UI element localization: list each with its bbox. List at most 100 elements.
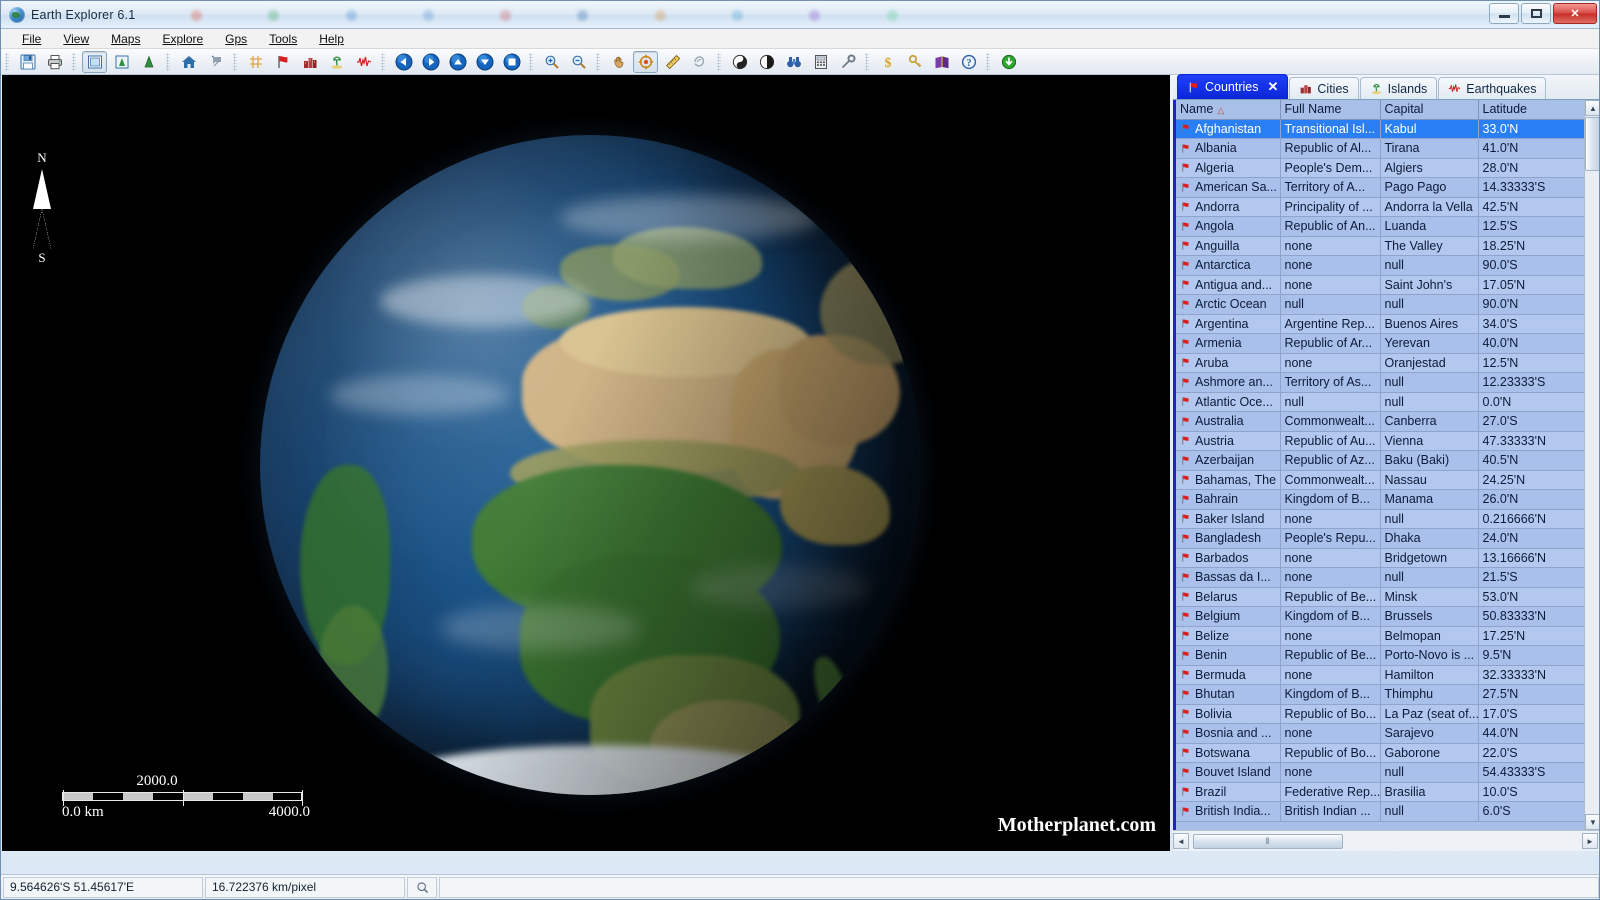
options-tools-button[interactable] [835, 51, 860, 73]
countries-table-container[interactable]: Name △ Full Name Capital Latitude Afghani… [1173, 100, 1599, 830]
pan-down-button[interactable] [472, 51, 497, 73]
table-row[interactable]: Bahamas, The Commonwealt... Nassau 24.25'N [1176, 470, 1599, 490]
column-header-capital[interactable]: Capital [1380, 100, 1479, 120]
toolbar-grip[interactable] [233, 52, 237, 71]
status-magnifier-button[interactable] [407, 876, 437, 898]
horizontal-scroll-thumb[interactable]: ‖ [1193, 833, 1343, 849]
column-header-full-name[interactable]: Full Name [1280, 100, 1381, 120]
globe-viewport[interactable]: N S 2000.0 0.0 km 4000.0 Motherplanet.co… [2, 75, 1170, 851]
toolbar-grip[interactable] [596, 52, 600, 71]
scroll-down-button[interactable]: ▼ [1585, 814, 1599, 830]
toolbar-grip[interactable] [986, 52, 990, 71]
add-pin-button[interactable] [203, 51, 228, 73]
table-row[interactable]: Antigua and... none Saint John's 17.05'N [1176, 275, 1599, 295]
table-row[interactable]: Bahrain Kingdom of B... Manama 26.0'N [1176, 489, 1599, 510]
measure-ruler-button[interactable] [660, 51, 685, 73]
table-row[interactable]: Barbados none Bridgetown 13.16666'N [1176, 548, 1599, 568]
menu-item-gps[interactable]: Gps [214, 30, 258, 48]
table-row[interactable]: Atlantic Oce... null null 0.0'N [1176, 392, 1599, 412]
flat-map-button[interactable] [82, 50, 107, 73]
globe-box-button[interactable] [109, 51, 134, 73]
menu-item-view[interactable]: View [52, 30, 100, 48]
pan-right-button[interactable] [418, 51, 443, 73]
hand-tool-button[interactable] [606, 51, 631, 73]
minimize-button[interactable] [1489, 3, 1519, 24]
currency-dollar-button[interactable]: $ [875, 51, 900, 73]
table-row[interactable]: Belize none Belmopan 17.25'N [1176, 626, 1599, 646]
column-header-latitude[interactable]: Latitude [1478, 100, 1599, 120]
atlas-book-button[interactable] [929, 51, 954, 73]
pan-up-button[interactable] [445, 51, 470, 73]
calculator-button[interactable] [808, 51, 833, 73]
table-row[interactable]: Belarus Republic of Be... Minsk 53.0'N [1176, 587, 1599, 607]
toolbar-grip[interactable] [5, 52, 9, 71]
scroll-left-button[interactable]: ◄ [1173, 833, 1189, 849]
terminator-button[interactable] [754, 51, 779, 73]
table-row[interactable]: Argentina Argentine Rep... Buenos Aires 34.… [1176, 314, 1599, 334]
table-row[interactable]: Afghanistan Transitional Isl... Kabul 33.0'… [1176, 119, 1599, 139]
menu-item-file[interactable]: File [11, 30, 52, 48]
earthquakes-button[interactable] [351, 51, 376, 73]
scroll-right-button[interactable]: ► [1582, 833, 1598, 849]
table-row[interactable]: Bermuda none Hamilton 32.33333'N [1176, 665, 1599, 685]
menu-item-help[interactable]: Help [308, 30, 355, 48]
save-button[interactable] [15, 51, 40, 73]
table-row[interactable]: Arctic Ocean null null 90.0'N [1176, 294, 1599, 315]
table-row[interactable]: Aruba none Oranjestad 12.5'N [1176, 353, 1599, 373]
column-header-name[interactable]: Name △ [1176, 100, 1281, 120]
table-row[interactable]: Antarctica none null 90.0'S [1176, 255, 1599, 276]
grid-button[interactable] [243, 51, 268, 73]
polygon-area-button[interactable] [687, 51, 712, 73]
toolbar-grip[interactable] [717, 52, 721, 71]
table-row[interactable]: Albania Republic of Al... Tirana 41.0'N [1176, 138, 1599, 159]
toolbar-grip[interactable] [72, 52, 76, 71]
crosshair-target-button[interactable] [633, 50, 658, 73]
zoom-in-button[interactable] [539, 51, 564, 73]
table-row[interactable]: Bangladesh People's Repu... Dhaka 24.0'N [1176, 528, 1599, 549]
home-button[interactable] [176, 51, 201, 73]
globe-cone-button[interactable] [136, 51, 161, 73]
cities-button[interactable] [297, 51, 322, 73]
help-question-button[interactable]: ? [956, 51, 981, 73]
table-row[interactable]: Bolivia Republic of Bo... La Paz (seat of.… [1176, 704, 1599, 724]
day-night-button[interactable] [727, 51, 752, 73]
toolbar-grip[interactable] [166, 52, 170, 71]
print-button[interactable] [42, 51, 67, 73]
table-row[interactable]: Angola Republic of An... Luanda 12.5'S [1176, 216, 1599, 237]
table-row[interactable]: Benin Republic of Be... Porto-Novo is ... 9… [1176, 645, 1599, 666]
toolbar-grip[interactable] [529, 52, 533, 71]
menu-item-explore[interactable]: Explore [151, 30, 214, 48]
tab-earthquakes[interactable]: Earthquakes [1438, 77, 1547, 99]
toolbar-grip[interactable] [381, 52, 385, 71]
table-row[interactable]: Bhutan Kingdom of B... Thimphu 27.5'N [1176, 684, 1599, 705]
table-row[interactable]: Bassas da I... none null 21.5'S [1176, 567, 1599, 588]
table-row[interactable]: Brazil Federative Rep... Brasilia 10.0'S [1176, 782, 1599, 802]
countries-flag-button[interactable] [270, 51, 295, 73]
table-row[interactable]: Andorra Principality of ... Andorra la Vel… [1176, 197, 1599, 217]
download-button[interactable] [996, 51, 1021, 73]
tab-countries-close-icon[interactable]: ✕ [1268, 79, 1279, 95]
table-row[interactable]: Bouvet Island none null 54.43333'S [1176, 762, 1599, 783]
toolbar-grip[interactable] [865, 52, 869, 71]
tab-countries[interactable]: Countries ✕ [1177, 74, 1289, 99]
table-row[interactable]: Anguilla none The Valley 18.25'N [1176, 236, 1599, 256]
table-row[interactable]: Botswana Republic of Bo... Gaborone 22.0'S [1176, 743, 1599, 763]
stop-button[interactable] [499, 51, 524, 73]
horizontal-scrollbar[interactable]: ◄ ‖ ► [1173, 830, 1599, 851]
table-row[interactable]: Belgium Kingdom of B... Brussels 50.83333'N [1176, 606, 1599, 627]
close-button[interactable]: ✕ [1553, 3, 1597, 24]
table-row[interactable]: Azerbaijan Republic of Az... Baku (Baki) 40… [1176, 450, 1599, 471]
table-row[interactable]: Bosnia and ... none Sarajevo 44.0'N [1176, 723, 1599, 744]
globe-render[interactable] [260, 135, 920, 795]
vertical-scroll-thumb[interactable] [1585, 117, 1599, 171]
pan-left-button[interactable] [391, 51, 416, 73]
keys-button[interactable] [902, 51, 927, 73]
tab-cities[interactable]: Cities [1289, 77, 1359, 99]
table-row[interactable]: Austria Republic of Au... Vienna 47.33333'N [1176, 431, 1599, 451]
zoom-out-button[interactable] [566, 51, 591, 73]
vertical-scrollbar[interactable]: ▲ ▼ [1584, 100, 1599, 830]
menu-item-maps[interactable]: Maps [100, 30, 151, 48]
menu-item-tools[interactable]: Tools [258, 30, 308, 48]
tab-islands[interactable]: Islands [1359, 77, 1438, 99]
islands-button[interactable] [324, 51, 349, 73]
